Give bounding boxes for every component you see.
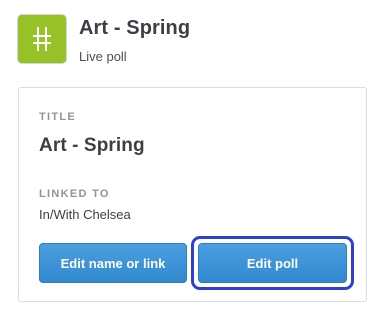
page-title: Art - Spring xyxy=(79,17,191,39)
edit-poll-button[interactable]: Edit poll xyxy=(198,243,347,283)
poll-status: Live poll xyxy=(79,49,127,64)
poll-header: Art - Spring Live poll xyxy=(18,15,190,65)
title-value: Art - Spring xyxy=(39,135,145,156)
poll-settings-page: Art - Spring Live poll TITLE Art - Sprin… xyxy=(0,0,387,320)
edit-name-or-link-button[interactable]: Edit name or link xyxy=(39,243,187,283)
linked-to-label: LINKED TO xyxy=(39,188,110,200)
poll-details-card: TITLE Art - Spring LINKED TO In/With Che… xyxy=(18,87,367,302)
poll-logo xyxy=(18,15,66,63)
poll-header-text: Art - Spring Live poll xyxy=(79,15,190,65)
title-label: TITLE xyxy=(39,111,77,123)
linked-to-value: In/With Chelsea xyxy=(39,207,131,222)
hash-icon xyxy=(33,27,51,51)
